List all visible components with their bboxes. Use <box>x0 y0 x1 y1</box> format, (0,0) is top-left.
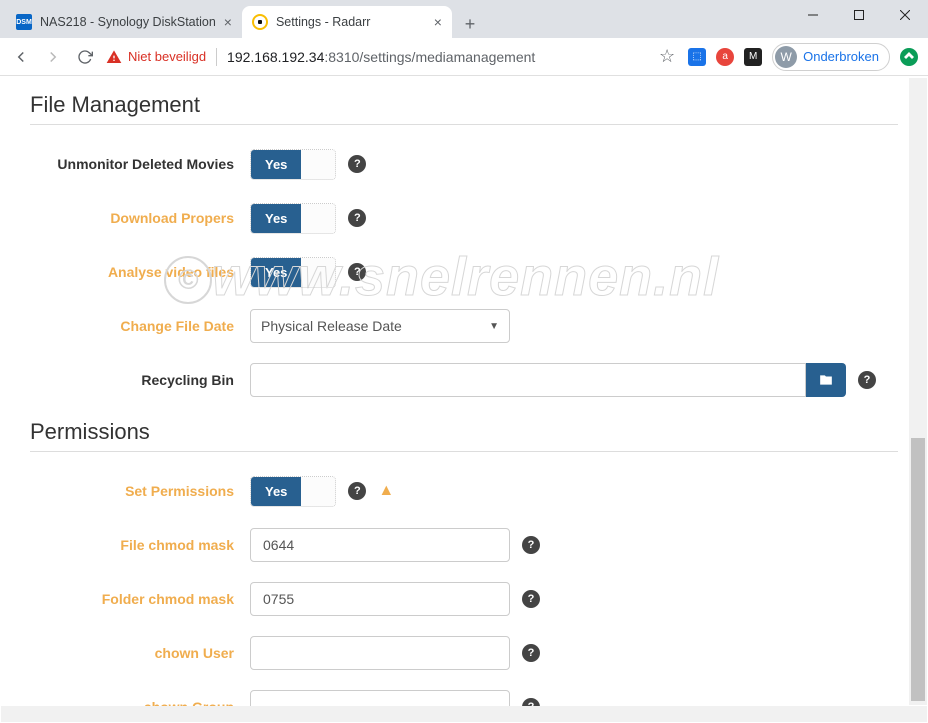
browser-toolbar: Niet beveiligd 192.168.192.34:8310/setti… <box>0 38 928 76</box>
divider <box>216 48 217 66</box>
label-recycling-bin: Recycling Bin <box>30 372 250 388</box>
input-chown-group[interactable] <box>250 690 510 707</box>
profile-chip[interactable]: W Onderbroken <box>772 43 890 71</box>
new-tab-button[interactable]: + <box>456 10 484 38</box>
browser-tabstrip: DSM NAS218 - Synology DiskStation × Sett… <box>0 0 928 38</box>
address-bar[interactable]: 192.168.192.34:8310/settings/mediamanage… <box>227 49 646 65</box>
label-download-propers: Download Propers <box>30 210 250 226</box>
close-icon[interactable]: × <box>434 15 442 29</box>
help-icon[interactable]: ? <box>348 482 366 500</box>
divider <box>30 124 898 125</box>
horizontal-scrollbar[interactable] <box>1 706 910 722</box>
divider <box>30 451 898 452</box>
toggle-set-permissions[interactable]: Yes <box>250 476 336 507</box>
label-change-file-date: Change File Date <box>30 318 250 334</box>
extension-icon[interactable] <box>900 48 918 66</box>
label-analyse-video: Analyse video files <box>30 264 250 280</box>
forward-button[interactable] <box>42 46 64 68</box>
tab-title: NAS218 - Synology DiskStation <box>40 15 216 29</box>
window-minimize-button[interactable] <box>790 0 836 30</box>
vertical-scrollbar[interactable] <box>909 78 927 705</box>
tab-title: Settings - Radarr <box>276 15 370 29</box>
radarr-favicon <box>252 14 268 30</box>
help-icon[interactable]: ? <box>522 590 540 608</box>
security-indicator[interactable]: Niet beveiligd <box>106 49 206 65</box>
folder-icon <box>817 373 835 387</box>
reload-button[interactable] <box>74 46 96 68</box>
help-icon[interactable]: ? <box>348 263 366 281</box>
help-icon[interactable]: ? <box>522 536 540 554</box>
input-folder-chmod[interactable] <box>250 582 510 616</box>
chevron-down-icon: ▼ <box>489 321 499 332</box>
toggle-download-propers[interactable]: Yes <box>250 203 336 234</box>
close-icon[interactable]: × <box>224 15 232 29</box>
section-heading-permissions: Permissions <box>30 419 898 445</box>
extension-icon[interactable]: M <box>744 48 762 66</box>
browser-tab-radarr[interactable]: Settings - Radarr × <box>242 6 452 38</box>
warning-icon: ▲ <box>378 482 394 500</box>
browse-folder-button[interactable] <box>806 363 846 397</box>
label-file-chmod: File chmod mask <box>30 537 250 553</box>
warning-icon <box>106 49 122 65</box>
input-chown-user[interactable] <box>250 636 510 670</box>
input-file-chmod[interactable] <box>250 528 510 562</box>
label-set-permissions: Set Permissions <box>30 483 250 499</box>
window-close-button[interactable] <box>882 0 928 30</box>
browser-tab-nas218[interactable]: DSM NAS218 - Synology DiskStation × <box>6 6 242 38</box>
profile-label: Onderbroken <box>803 49 879 64</box>
help-icon[interactable]: ? <box>348 155 366 173</box>
toggle-analyse-video[interactable]: Yes <box>250 257 336 288</box>
extension-icon[interactable]: a <box>716 48 734 66</box>
label-unmonitor-deleted: Unmonitor Deleted Movies <box>30 156 250 172</box>
help-icon[interactable]: ? <box>522 644 540 662</box>
scrollbar-corner <box>909 706 927 722</box>
page-content: File Management Unmonitor Deleted Movies… <box>0 76 928 707</box>
help-icon[interactable]: ? <box>858 371 876 389</box>
select-change-file-date[interactable]: Physical Release Date ▼ <box>250 309 510 343</box>
avatar: W <box>775 46 797 68</box>
label-folder-chmod: Folder chmod mask <box>30 591 250 607</box>
extension-icon[interactable]: ⬚ <box>688 48 706 66</box>
synology-favicon: DSM <box>16 14 32 30</box>
bookmark-star-button[interactable]: ☆ <box>656 46 678 68</box>
help-icon[interactable]: ? <box>348 209 366 227</box>
scrollbar-thumb[interactable] <box>911 438 925 701</box>
section-heading-file-management: File Management <box>30 92 898 118</box>
back-button[interactable] <box>10 46 32 68</box>
security-text: Niet beveiligd <box>128 49 206 64</box>
label-chown-user: chown User <box>30 645 250 661</box>
input-recycling-bin[interactable] <box>250 363 806 397</box>
toggle-unmonitor-deleted[interactable]: Yes <box>250 149 336 180</box>
window-maximize-button[interactable] <box>836 0 882 30</box>
